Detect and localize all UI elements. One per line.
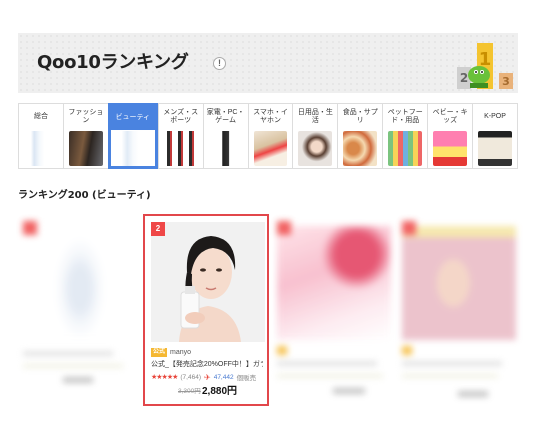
product-meta-blurred [23,364,123,368]
tab-food[interactable]: 食品・サプリ [337,104,383,168]
product-image [23,226,137,340]
review-count: (7,464) [180,373,201,381]
product-card[interactable] [396,214,522,406]
product-title-blurred [277,361,377,366]
category-tabs: 総合 ファッション ビューティ メンズ・スポーツ 家電・PC・ゲーム スマホ・イ… [18,103,518,169]
product-price-blurred [333,388,365,394]
shop-name: manyo [170,349,192,356]
tab-label: 食品・サプリ [342,108,378,124]
tab-label: 家電・PC・ゲーム [206,108,245,124]
category-thumbnail [208,131,243,166]
section-title: ランキング200 (ビューティ) [18,190,151,201]
rank-badge [23,221,37,235]
product-image [277,226,391,340]
category-thumbnail [478,131,512,166]
airplane-icon: ✈ [204,372,211,382]
rank-badge: 2 [151,222,165,236]
shop-info[interactable]: 公式 manyo [151,348,191,357]
tab-label: ベビー・キッズ [432,108,468,124]
category-thumbnail [163,131,198,166]
sale-price: 2,880円 [202,386,238,397]
product-meta-blurred [277,374,383,378]
official-badge [277,346,287,355]
product-price-blurred [458,391,488,397]
shop-info-blurred [402,346,412,355]
star-rating-icon: ★★★★★ [151,374,178,381]
ranking-header-banner: Qoo10ランキング ! 2 1 3 [18,33,518,93]
rank-badge [277,221,291,235]
tab-label: ビューティ [110,106,155,130]
tab-label: 日用品・生活 [297,108,333,124]
category-thumbnail [24,131,58,166]
tab-daily-goods[interactable]: 日用品・生活 [292,104,338,168]
category-thumbnail [68,131,103,166]
product-title-blurred [23,351,113,356]
category-thumbnail [253,131,288,166]
tab-label: スマホ・イヤホン [253,108,288,124]
category-thumbnail [388,131,423,166]
tab-mens-sports[interactable]: メンズ・スポーツ [157,104,203,168]
tab-label: 総合 [33,112,48,120]
category-thumbnail [433,131,468,166]
tab-pet[interactable]: ペットフード・用品 [382,104,428,168]
svg-text:2: 2 [460,71,468,85]
product-title-blurred [402,361,502,366]
official-badge: 公式 [151,348,168,357]
tab-kpop[interactable]: K-POP [472,104,517,168]
tab-label: ペットフード・用品 [387,108,423,124]
featured-product-card[interactable]: 2 公式 manyo 公式_【発売記念20%OFF中！】ガラ… ★★★★★ (7… [143,214,269,406]
official-badge [402,346,412,355]
tab-electronics[interactable]: 家電・PC・ゲーム [202,104,248,168]
info-icon[interactable]: ! [213,57,226,70]
category-thumbnail [343,131,378,166]
product-price-blurred [63,377,93,383]
category-thumbnail [113,131,152,166]
product-meta-blurred [402,374,498,378]
tab-label: ファッション [68,108,104,124]
tab-baby-kids[interactable]: ベビー・キッズ [427,104,473,168]
tab-label: K-POP [484,112,506,120]
tab-beauty[interactable]: ビューティ [107,103,158,169]
ranking-podium-icon: 2 1 3 [457,43,513,89]
tab-fashion[interactable]: ファッション [62,104,108,168]
product-title[interactable]: 公式_【発売記念20%OFF中！】ガラ… [151,359,263,369]
shop-info-blurred [277,346,287,355]
category-thumbnail [298,131,333,166]
page-title: Qoo10ランキング [37,52,189,73]
product-meta: ★★★★★ (7,464) ✈ 47,442 個販売 [151,372,257,383]
sold-count: 47,442 [213,373,234,381]
original-price: 3,300円 [178,388,201,395]
product-image [402,226,516,340]
tab-smartphone[interactable]: スマホ・イヤホン [247,104,293,168]
product-card[interactable] [17,214,143,406]
svg-text:3: 3 [502,75,510,88]
tab-general[interactable]: 総合 [18,104,63,168]
product-image[interactable] [151,222,265,342]
product-card[interactable] [271,214,397,406]
sold-label: 個販売 [236,375,257,382]
rank-badge [402,221,416,235]
tab-label: メンズ・スポーツ [163,108,199,124]
